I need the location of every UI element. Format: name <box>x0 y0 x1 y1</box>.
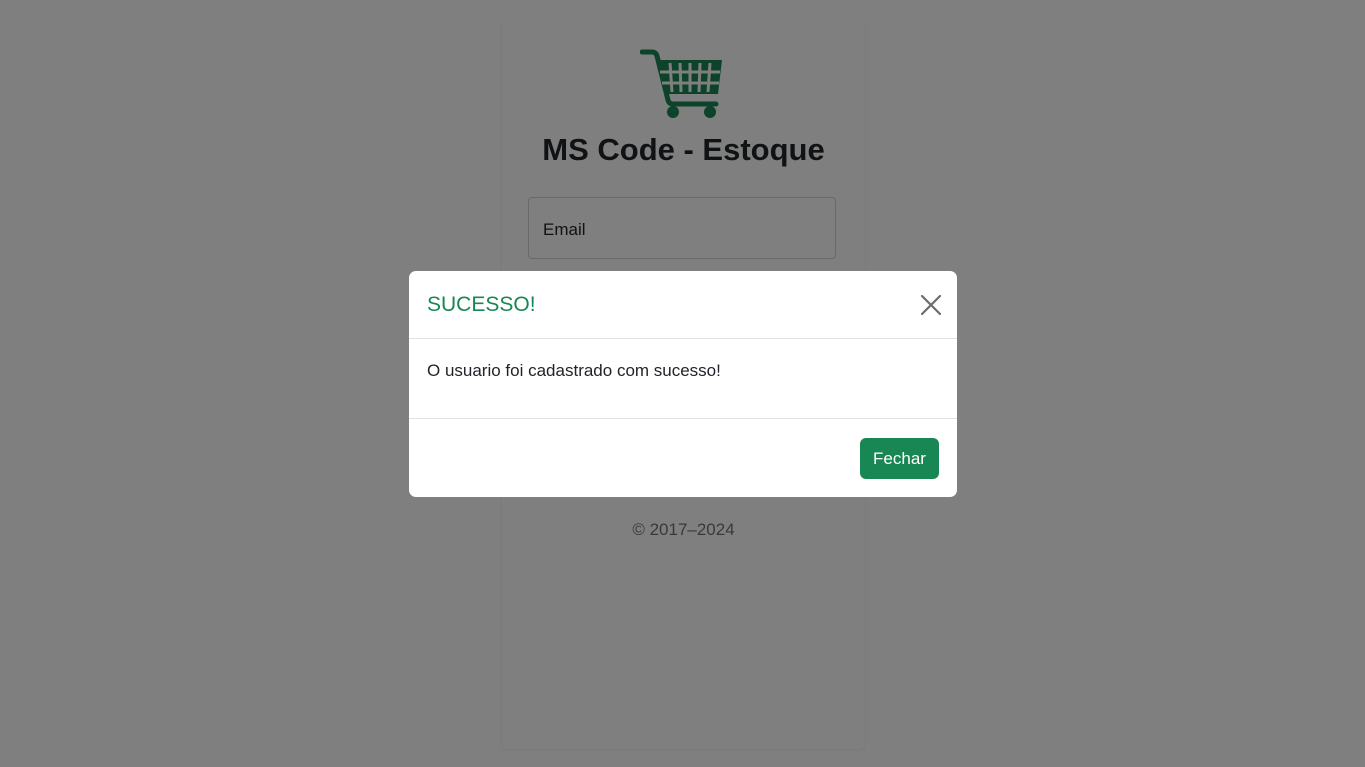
fechar-button[interactable]: Fechar <box>860 438 939 479</box>
modal-title: SUCESSO! <box>427 293 536 316</box>
modal-footer: Fechar <box>409 419 957 497</box>
close-button[interactable] <box>919 293 943 317</box>
modal-header: SUCESSO! <box>409 271 957 339</box>
close-icon <box>920 294 942 316</box>
success-modal: SUCESSO! O usuario foi cadastrado com su… <box>409 271 957 497</box>
modal-body: O usuario foi cadastrado com sucesso! <box>409 339 957 419</box>
modal-message: O usuario foi cadastrado com sucesso! <box>427 361 721 380</box>
